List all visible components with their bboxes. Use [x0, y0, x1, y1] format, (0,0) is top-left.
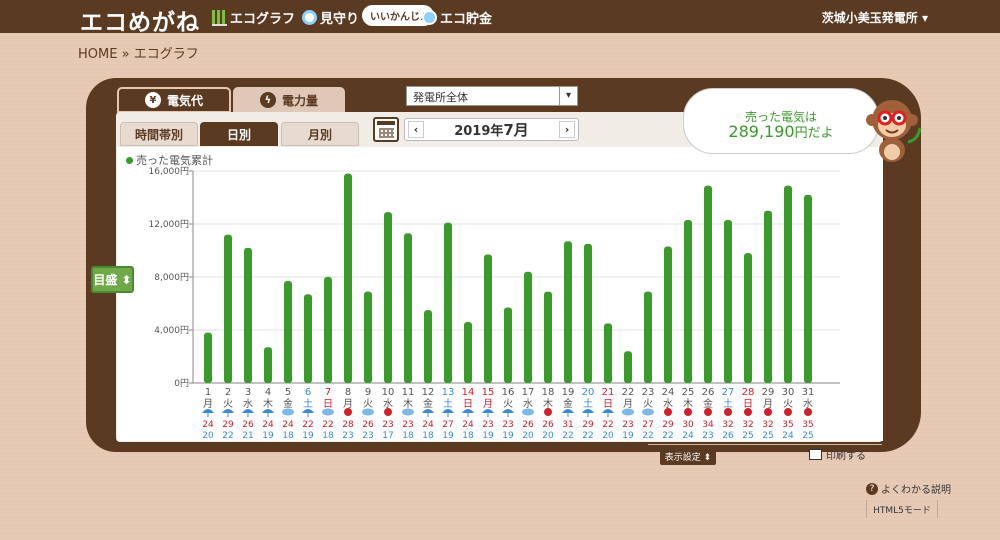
- nav-mimamori[interactable]: 見守り: [302, 8, 359, 27]
- legend-dot-icon: [126, 157, 133, 164]
- help-label: よくわかる説明: [881, 485, 951, 496]
- next-month-button[interactable]: ›: [559, 121, 575, 138]
- plant-select[interactable]: 発電所全体 ▾: [406, 86, 578, 106]
- printer-icon: [809, 449, 822, 460]
- divider: [648, 444, 882, 445]
- plant-select-value: 発電所全体: [413, 91, 468, 104]
- tab-daily[interactable]: 日別: [200, 122, 278, 146]
- tab-electricity-cost[interactable]: ¥ 電気代: [117, 87, 231, 113]
- print-label: 印刷する: [826, 451, 866, 462]
- display-settings-button[interactable]: 表示設定 ⬍: [660, 448, 716, 465]
- tab-hourly[interactable]: 時間帯別: [120, 122, 198, 146]
- sold-unit: 円だよ: [794, 126, 834, 141]
- bolt-icon: ϟ: [259, 92, 276, 108]
- chart-plot-area: [117, 147, 883, 441]
- nav-eco-savings-label: エコ貯金: [440, 12, 493, 27]
- calendar-icon[interactable]: [373, 117, 399, 142]
- tab-electricity-cost-label: 電気代: [166, 93, 203, 108]
- magnifier-icon: [302, 10, 317, 25]
- legend-label: 売った電気累計: [136, 154, 213, 167]
- breadcrumb-home[interactable]: HOME: [78, 47, 117, 62]
- tab-power-amount[interactable]: ϟ 電力量: [233, 87, 345, 113]
- help-link[interactable]: ? よくわかる説明: [866, 481, 951, 496]
- breadcrumb: HOME » エコグラフ: [78, 43, 199, 62]
- coin-icon: [422, 10, 437, 25]
- nav-mimamori-label: 見守り: [320, 12, 360, 27]
- speech-line2: 289,190円だよ: [684, 122, 878, 141]
- nav-eco-savings[interactable]: エコ貯金: [422, 8, 492, 27]
- breadcrumb-current: エコグラフ: [133, 47, 199, 62]
- monkey-mascot-icon: [866, 100, 922, 162]
- chart-legend: 売った電気累計: [126, 152, 213, 168]
- prev-month-button[interactable]: ‹: [408, 121, 424, 138]
- nav-eco-graph-label: エコグラフ: [230, 12, 296, 27]
- bar-chart-icon: [212, 9, 227, 26]
- period-month: 7月: [503, 121, 529, 139]
- speech-bubble: 売った電気は 289,190円だよ: [683, 88, 879, 154]
- period-year: 2019年: [454, 124, 504, 139]
- yen-icon: ¥: [144, 92, 161, 108]
- tab-power-amount-label: 電力量: [281, 93, 318, 108]
- top-bar: エコめがね エコグラフ 見守り いいかんじ♪ エコ貯金 茨城小美玉発電所 ▾: [0, 0, 1000, 36]
- print-button[interactable]: 印刷する: [809, 447, 866, 462]
- plant-menu[interactable]: 茨城小美玉発電所 ▾: [822, 9, 928, 26]
- tab-monthly[interactable]: 月別: [281, 122, 359, 146]
- app-logo[interactable]: エコめがね: [80, 3, 200, 37]
- question-icon: ?: [866, 482, 878, 495]
- period-navigator: ‹ 2019年 7月 ›: [404, 118, 579, 141]
- sold-amount: 289,190: [728, 122, 795, 141]
- nav-eco-graph[interactable]: エコグラフ: [212, 8, 295, 27]
- scale-button[interactable]: 目盛 ⬍: [91, 266, 134, 293]
- breadcrumb-separator: »: [121, 47, 130, 62]
- html5-mode-link[interactable]: HTML5モード: [866, 500, 938, 518]
- chevron-down-icon: ▾: [559, 87, 577, 105]
